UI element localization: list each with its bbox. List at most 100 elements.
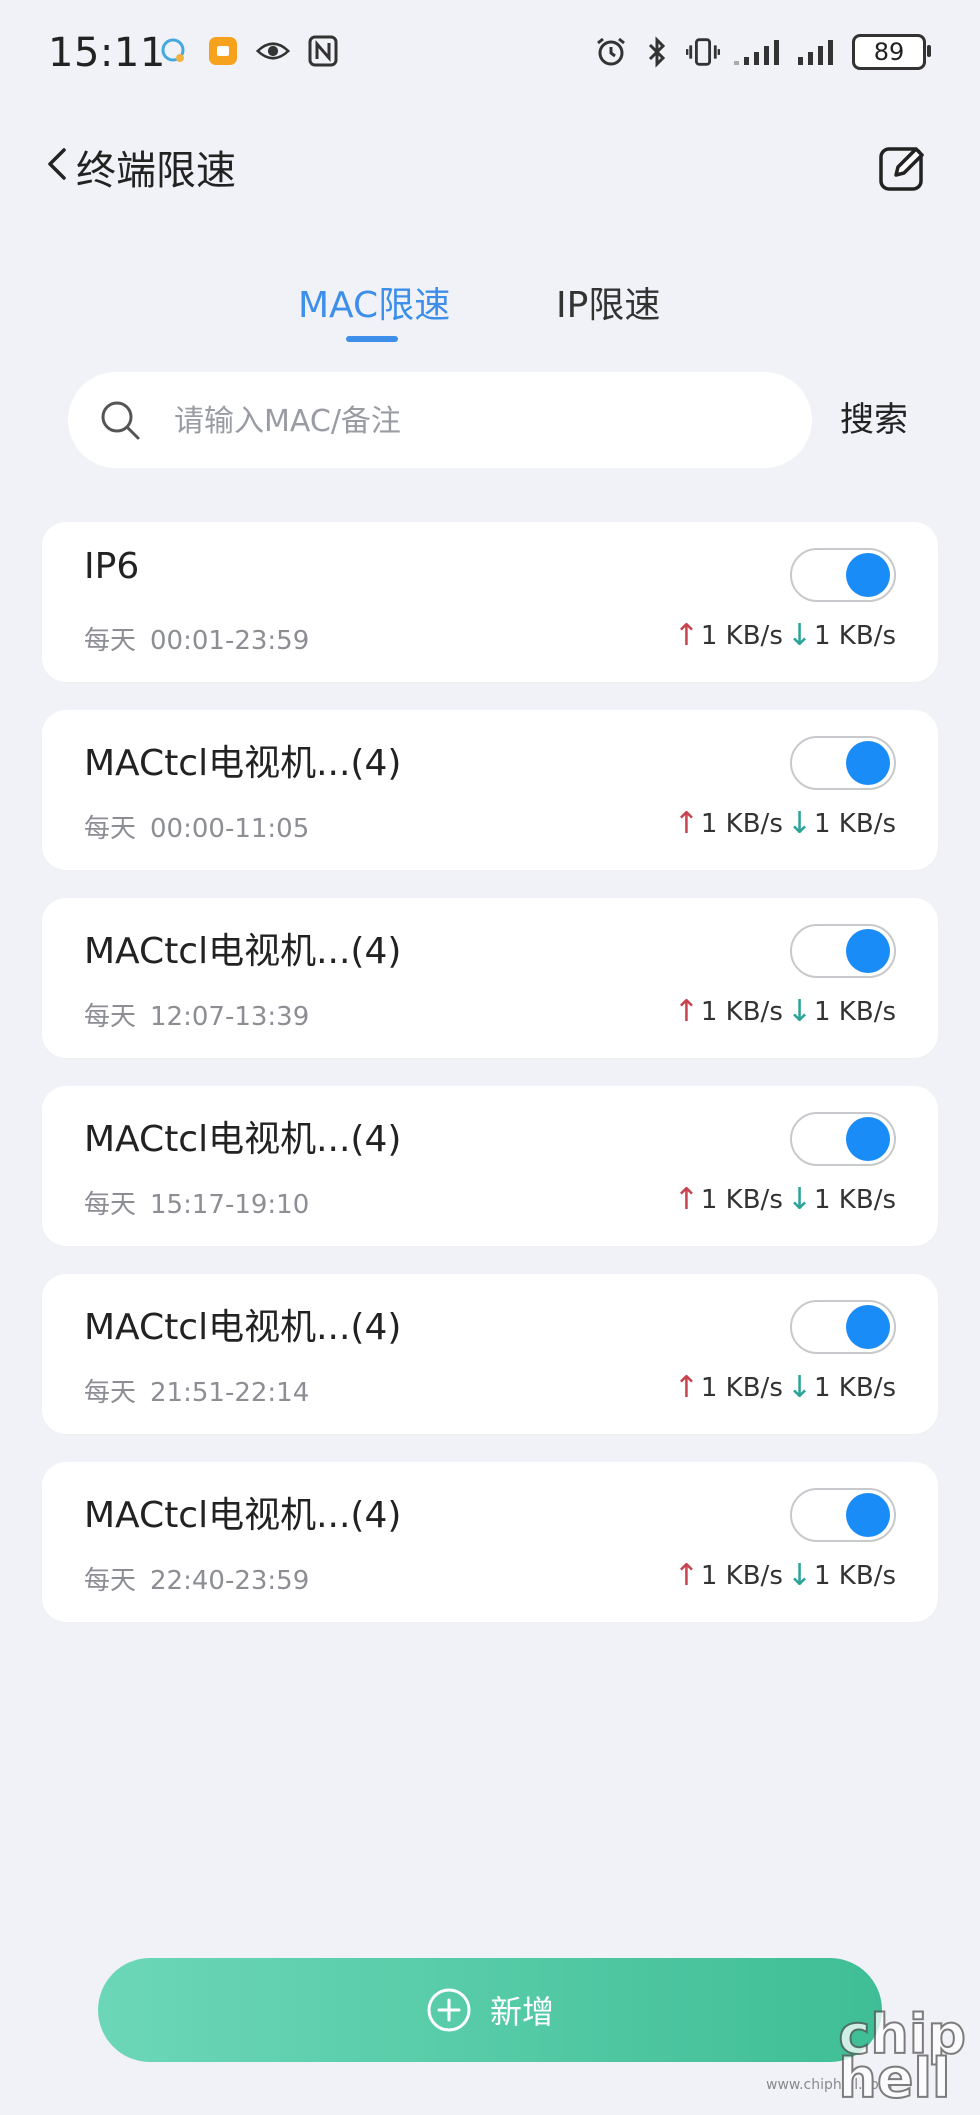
rule-schedule: 每天 00:01-23:59 bbox=[84, 620, 309, 657]
vibrate-icon bbox=[686, 35, 720, 69]
eye-icon bbox=[256, 34, 290, 68]
toggle-knob bbox=[846, 1493, 890, 1537]
status-right-icons: 89 bbox=[594, 34, 931, 70]
rule-toggle[interactable] bbox=[790, 924, 896, 978]
upload-arrow-icon: ↑ bbox=[673, 1182, 699, 1217]
download-speed: 1 KB/s bbox=[814, 996, 896, 1027]
upload-speed: 1 KB/s bbox=[700, 1184, 783, 1215]
tab-ip-limit[interactable]: IP限速 bbox=[556, 276, 660, 328]
rule-name: MACtcl电视机...(4) bbox=[84, 1307, 402, 1348]
download-speed: 1 KB/s bbox=[814, 620, 896, 651]
toggle-knob bbox=[846, 1117, 890, 1161]
nfc-icon bbox=[306, 34, 340, 68]
tab-bar: MAC限速 IP限速 bbox=[0, 276, 980, 346]
tab-mac-limit[interactable]: MAC限速 bbox=[298, 276, 450, 328]
upload-speed: 1 KB/s bbox=[700, 996, 783, 1027]
add-rule-button[interactable]: 新增 bbox=[98, 1958, 882, 2062]
rule-name: MACtcl电视机...(4) bbox=[84, 743, 402, 784]
toggle-knob bbox=[846, 741, 890, 785]
download-arrow-icon: ↓ bbox=[786, 1558, 812, 1593]
rule-name: MACtcl电视机...(4) bbox=[84, 931, 402, 972]
upload-speed: 1 KB/s bbox=[700, 1560, 783, 1591]
rule-speed: ↑ 1 KB/s ↓ 1 KB/s bbox=[674, 1370, 896, 1405]
rule-days: 每天 bbox=[84, 1566, 137, 1596]
rule-toggle[interactable] bbox=[790, 548, 896, 602]
rule-list: IP6 每天 00:01-23:59 ↑ 1 KB/s ↓ 1 KB/s MACtcl电… bbox=[42, 522, 938, 1650]
upload-speed: 1 KB/s bbox=[700, 1372, 783, 1403]
app-header: 终端限速 bbox=[0, 130, 980, 200]
rule-time: 22:40-23:59 bbox=[150, 1566, 310, 1596]
signal-weak-icon bbox=[732, 35, 784, 69]
toggle-knob bbox=[846, 553, 890, 597]
download-arrow-icon: ↓ bbox=[786, 1182, 812, 1217]
upload-arrow-icon: ↑ bbox=[673, 1558, 699, 1593]
rule-speed: ↑ 1 KB/s ↓ 1 KB/s bbox=[674, 618, 896, 653]
download-speed: 1 KB/s bbox=[814, 1560, 896, 1591]
rule-schedule: 每天 21:51-22:14 bbox=[84, 1372, 309, 1409]
rule-name: MACtcl电视机...(4) bbox=[84, 1119, 402, 1160]
rule-card[interactable]: MACtcl电视机...(4) 每天 22:40-23:59 ↑ 1 KB/s ↓ 1 … bbox=[42, 1462, 938, 1622]
edit-button[interactable] bbox=[876, 142, 928, 194]
watermark: www.chiphell.com chip hell bbox=[766, 1991, 967, 2107]
rule-toggle[interactable] bbox=[790, 1112, 896, 1166]
rule-card[interactable]: MACtcl电视机...(4) 每天 12:07-13:39 ↑ 1 KB/s ↓ 1 … bbox=[42, 898, 938, 1058]
toggle-knob bbox=[846, 1305, 890, 1349]
rule-days: 每天 bbox=[84, 626, 137, 656]
rule-time: 00:00-11:05 bbox=[150, 814, 310, 844]
download-arrow-icon: ↓ bbox=[786, 1370, 812, 1405]
battery-indicator: 89 bbox=[852, 34, 931, 70]
upload-arrow-icon: ↑ bbox=[673, 1370, 699, 1405]
rule-schedule: 每天 00:00-11:05 bbox=[84, 808, 309, 845]
rule-days: 每天 bbox=[84, 814, 137, 844]
rule-speed: ↑ 1 KB/s ↓ 1 KB/s bbox=[674, 806, 896, 841]
rule-name: IP6 bbox=[84, 546, 140, 587]
search-box bbox=[68, 372, 812, 468]
rule-speed: ↑ 1 KB/s ↓ 1 KB/s bbox=[674, 1558, 896, 1593]
upload-arrow-icon: ↑ bbox=[673, 994, 699, 1029]
rule-speed: ↑ 1 KB/s ↓ 1 KB/s bbox=[674, 994, 896, 1029]
rule-schedule: 每天 22:40-23:59 bbox=[84, 1560, 309, 1597]
rule-days: 每天 bbox=[84, 1190, 137, 1220]
bluetooth-icon bbox=[640, 35, 674, 69]
download-arrow-icon: ↓ bbox=[786, 994, 812, 1029]
rule-card[interactable]: MACtcl电视机...(4) 每天 15:17-19:10 ↑ 1 KB/s ↓ 1 … bbox=[42, 1086, 938, 1246]
rule-schedule: 每天 12:07-13:39 bbox=[84, 996, 309, 1033]
signal-strong-icon bbox=[796, 35, 840, 69]
status-bar: 15:11 89 bbox=[0, 0, 980, 110]
upload-arrow-icon: ↑ bbox=[673, 806, 699, 841]
download-speed: 1 KB/s bbox=[814, 1184, 896, 1215]
status-left-icons bbox=[156, 34, 340, 68]
rule-card[interactable]: MACtcl电视机...(4) 每天 21:51-22:14 ↑ 1 KB/s ↓ 1 … bbox=[42, 1274, 938, 1434]
rule-schedule: 每天 15:17-19:10 bbox=[84, 1184, 309, 1221]
rule-time: 00:01-23:59 bbox=[150, 626, 310, 656]
rule-toggle[interactable] bbox=[790, 1300, 896, 1354]
search-input[interactable] bbox=[172, 390, 776, 452]
rule-card[interactable]: IP6 每天 00:01-23:59 ↑ 1 KB/s ↓ 1 KB/s bbox=[42, 522, 938, 682]
rule-toggle[interactable] bbox=[790, 1488, 896, 1542]
plus-circle-icon bbox=[426, 1987, 472, 2033]
rule-time: 12:07-13:39 bbox=[150, 1002, 310, 1032]
add-rule-label: 新增 bbox=[489, 1993, 554, 2031]
toggle-knob bbox=[846, 929, 890, 973]
rule-days: 每天 bbox=[84, 1378, 137, 1408]
rule-time: 21:51-22:14 bbox=[150, 1378, 310, 1408]
edit-icon bbox=[879, 147, 924, 191]
active-tab-indicator bbox=[346, 336, 398, 342]
status-time: 15:11 bbox=[48, 30, 166, 76]
search-icon bbox=[96, 396, 144, 444]
upload-arrow-icon: ↑ bbox=[673, 618, 699, 653]
alarm-icon bbox=[594, 35, 628, 69]
search-button[interactable]: 搜索 bbox=[840, 392, 908, 441]
rule-card[interactable]: MACtcl电视机...(4) 每天 00:00-11:05 ↑ 1 KB/s ↓ 1 … bbox=[42, 710, 938, 870]
download-arrow-icon: ↓ bbox=[786, 618, 812, 653]
page-title: 终端限速 bbox=[76, 148, 236, 194]
rule-toggle[interactable] bbox=[790, 736, 896, 790]
download-arrow-icon: ↓ bbox=[786, 806, 812, 841]
rule-time: 15:17-19:10 bbox=[150, 1190, 310, 1220]
upload-speed: 1 KB/s bbox=[700, 620, 783, 651]
upload-speed: 1 KB/s bbox=[700, 808, 783, 839]
download-speed: 1 KB/s bbox=[814, 808, 896, 839]
app-badge-icon bbox=[206, 34, 240, 68]
rule-name: MACtcl电视机...(4) bbox=[84, 1495, 402, 1536]
rule-speed: ↑ 1 KB/s ↓ 1 KB/s bbox=[674, 1182, 896, 1217]
